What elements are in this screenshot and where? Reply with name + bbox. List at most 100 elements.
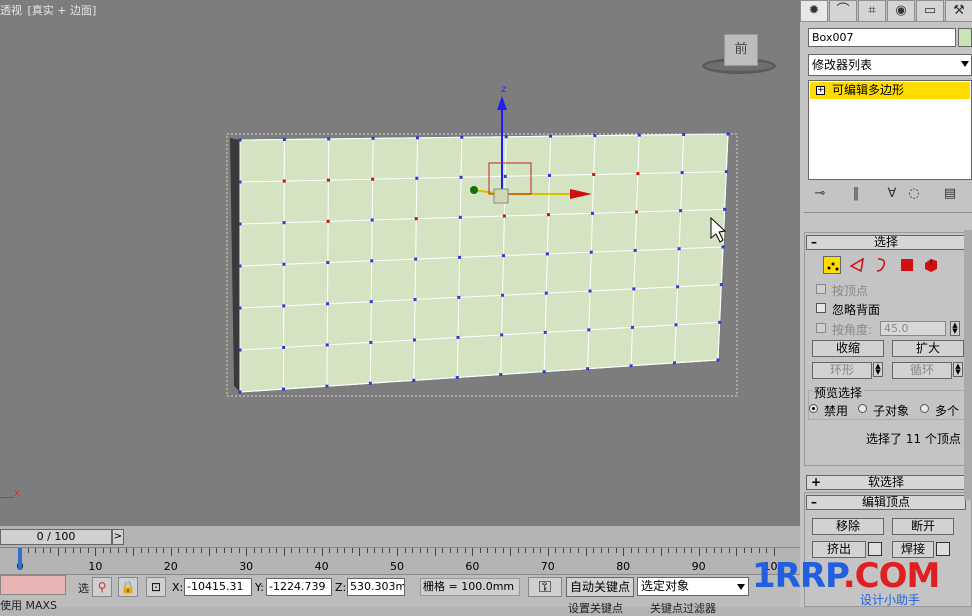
polygon-mode-button[interactable] xyxy=(898,256,916,274)
vertex[interactable] xyxy=(501,254,505,258)
make-unique-icon[interactable]: ∀ xyxy=(884,186,900,204)
selected-vertex[interactable] xyxy=(326,219,330,223)
vertex[interactable] xyxy=(500,333,504,337)
vertex[interactable] xyxy=(718,320,722,324)
utilities-tab-hammer-icon[interactable]: ⚒ xyxy=(945,0,972,22)
vertex[interactable] xyxy=(368,381,372,385)
edge-mode-button[interactable] xyxy=(848,256,866,274)
soft-selection-rollout-header[interactable]: + 软选择 xyxy=(806,475,966,490)
selected-vertex[interactable] xyxy=(326,178,330,182)
loop-button[interactable]: 循环 xyxy=(892,362,952,379)
vertex[interactable] xyxy=(547,173,551,177)
vertex[interactable] xyxy=(238,306,242,310)
vertex[interactable] xyxy=(369,340,373,344)
vertex[interactable] xyxy=(325,384,329,388)
vertex[interactable] xyxy=(590,211,594,215)
preview-multi-radio[interactable] xyxy=(920,404,929,413)
selected-object-dropdown[interactable]: 选定对象 xyxy=(637,577,749,596)
preview-subobject-radio[interactable] xyxy=(858,404,867,413)
vertex[interactable] xyxy=(679,209,683,213)
selected-vertex[interactable] xyxy=(371,177,375,181)
vertex-mode-button[interactable] xyxy=(823,256,841,274)
maxscript-listener-box[interactable] xyxy=(0,575,66,595)
vertex[interactable] xyxy=(676,285,680,289)
create-tab-sun-icon[interactable]: ✹ xyxy=(800,0,828,22)
hierarchy-tab-icon[interactable]: ⌗ xyxy=(858,0,886,22)
vertex[interactable] xyxy=(282,345,286,349)
modifier-list-dropdown[interactable]: 修改器列表 xyxy=(808,54,972,76)
gizmo-center[interactable] xyxy=(493,188,509,204)
vertex[interactable] xyxy=(238,264,242,268)
selected-vertex[interactable] xyxy=(636,172,640,176)
key-icon[interactable]: ⚿ xyxy=(528,577,562,597)
weld-settings-button[interactable] xyxy=(936,542,950,556)
vertex[interactable] xyxy=(630,325,634,329)
vertex[interactable] xyxy=(674,323,678,327)
vertex[interactable] xyxy=(282,304,286,308)
vertex[interactable] xyxy=(721,245,725,249)
preview-disabled-radio[interactable] xyxy=(809,404,818,413)
stack-item-editable-poly[interactable]: + 可编辑多边形 xyxy=(810,82,970,99)
auto-key-button[interactable]: 自动关键点 xyxy=(566,577,634,597)
show-end-result-icon[interactable]: ‖ xyxy=(848,186,864,204)
by-angle-checkbox[interactable] xyxy=(816,323,826,333)
extrude-settings-button[interactable] xyxy=(868,542,882,556)
next-frame-arrow[interactable]: > xyxy=(112,529,124,545)
isolate-icon[interactable]: ⚲ xyxy=(92,577,112,597)
angle-threshold-field[interactable]: 45.0 xyxy=(880,321,946,336)
vertex[interactable] xyxy=(415,176,419,180)
vertex[interactable] xyxy=(371,136,375,140)
vertex[interactable] xyxy=(370,259,374,263)
vertex[interactable] xyxy=(543,330,547,334)
shrink-button[interactable]: 收缩 xyxy=(812,340,884,357)
vertex[interactable] xyxy=(412,338,416,342)
time-cursor[interactable] xyxy=(18,548,22,570)
vertex[interactable] xyxy=(326,261,330,265)
vertex[interactable] xyxy=(325,343,329,347)
gizmo-y-arrow[interactable] xyxy=(470,186,478,194)
vertex[interactable] xyxy=(281,387,285,391)
vertex[interactable] xyxy=(414,257,418,261)
vertex[interactable] xyxy=(632,287,636,291)
vertex[interactable] xyxy=(459,175,463,179)
track-bar-ruler[interactable]: 0102030405060708090100 xyxy=(0,547,800,573)
selected-vertex[interactable] xyxy=(592,172,596,176)
remove-modifier-icon[interactable]: ◌ xyxy=(906,186,922,204)
vertex[interactable] xyxy=(542,370,546,374)
vertex[interactable] xyxy=(677,247,681,251)
y-coord-field[interactable]: -1224.739 xyxy=(266,578,332,596)
vertex[interactable] xyxy=(457,295,461,299)
vertex[interactable] xyxy=(682,133,686,137)
command-panel-scrollbar[interactable] xyxy=(964,230,972,500)
pin-stack-icon[interactable]: ⊸ xyxy=(812,186,828,204)
perspective-viewport[interactable]: 透视 [真实 + 边面] z 前 x xyxy=(0,0,800,526)
vertex[interactable] xyxy=(326,302,330,306)
selected-vertex[interactable] xyxy=(282,179,286,183)
x-coord-field[interactable]: -10415.31 xyxy=(184,578,252,596)
vertex[interactable] xyxy=(238,348,242,352)
vertex[interactable] xyxy=(593,134,597,138)
vertex[interactable] xyxy=(629,364,633,368)
modify-tab-curve-icon[interactable]: ⌒ xyxy=(829,0,857,22)
expand-plus-icon[interactable]: + xyxy=(816,86,825,95)
selected-vertex[interactable] xyxy=(414,217,418,221)
lock-icon[interactable]: 🔒 xyxy=(118,577,138,597)
vertex[interactable] xyxy=(637,133,641,137)
vertex[interactable] xyxy=(726,132,730,136)
set-key-button[interactable]: 设置关键点 xyxy=(568,600,623,616)
vertex[interactable] xyxy=(456,335,460,339)
vertex[interactable] xyxy=(413,298,417,302)
mesh-canvas[interactable] xyxy=(0,0,800,526)
key-filters-button[interactable]: 关键点过滤器 xyxy=(650,600,716,616)
vertex[interactable] xyxy=(503,174,507,178)
vertex[interactable] xyxy=(282,221,286,225)
absolute-mode-icon[interactable]: ⊡ xyxy=(146,577,166,597)
vertex[interactable] xyxy=(673,361,677,365)
vertex[interactable] xyxy=(238,390,242,394)
vertex[interactable] xyxy=(633,248,637,252)
vertex[interactable] xyxy=(238,138,242,142)
vertex[interactable] xyxy=(282,137,286,141)
selection-rollout-header[interactable]: – 选择 xyxy=(806,235,966,250)
ignore-backfacing-checkbox[interactable] xyxy=(816,303,826,313)
display-tab-icon[interactable]: ▭ xyxy=(916,0,944,22)
